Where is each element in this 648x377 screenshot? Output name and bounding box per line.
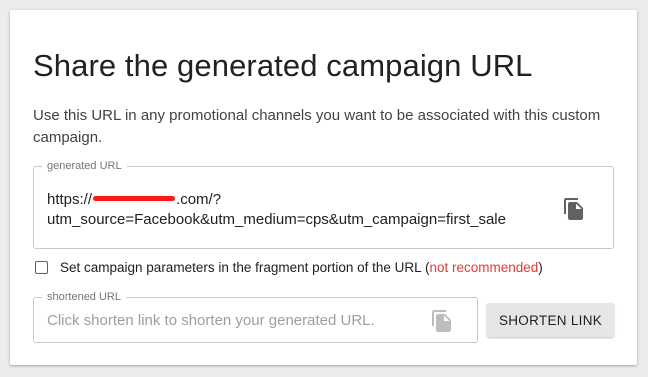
copy-generated-url-button[interactable]: [562, 197, 586, 221]
fragment-option-label: Set campaign parameters in the fragment …: [60, 260, 543, 275]
shortened-url-field[interactable]: shortened URL Click shorten link to shor…: [33, 290, 478, 343]
fragment-checkbox[interactable]: [35, 261, 48, 274]
not-recommended-text: not recommended: [429, 260, 539, 275]
card-description: Use this URL in any promotional channels…: [33, 107, 601, 146]
share-url-card: Share the generated campaign URL Use thi…: [10, 10, 637, 365]
generated-url-value[interactable]: https://.com/?utm_source=Facebook&utm_me…: [47, 190, 552, 230]
copy-shortened-url-button[interactable]: [430, 309, 454, 333]
shorten-link-button[interactable]: SHORTEN LINK: [487, 303, 614, 337]
redaction-mark: [93, 195, 176, 201]
fragment-option-row: Set campaign parameters in the fragment …: [33, 260, 543, 275]
fragment-label-close: ): [538, 260, 543, 275]
shortened-url-placeholder: Click shorten link to shorten your gener…: [47, 312, 375, 329]
card-title: Share the generated campaign URL: [33, 48, 533, 83]
generated-url-field[interactable]: generated URL https://.com/?utm_source=F…: [33, 159, 614, 249]
shortened-url-label: shortened URL: [42, 290, 126, 304]
fragment-label-text: Set campaign parameters in the fragment …: [60, 260, 430, 275]
generated-url-label: generated URL: [42, 159, 127, 173]
url-prefix: https://: [47, 191, 93, 208]
copy-icon: [432, 310, 451, 332]
copy-icon: [564, 198, 583, 220]
